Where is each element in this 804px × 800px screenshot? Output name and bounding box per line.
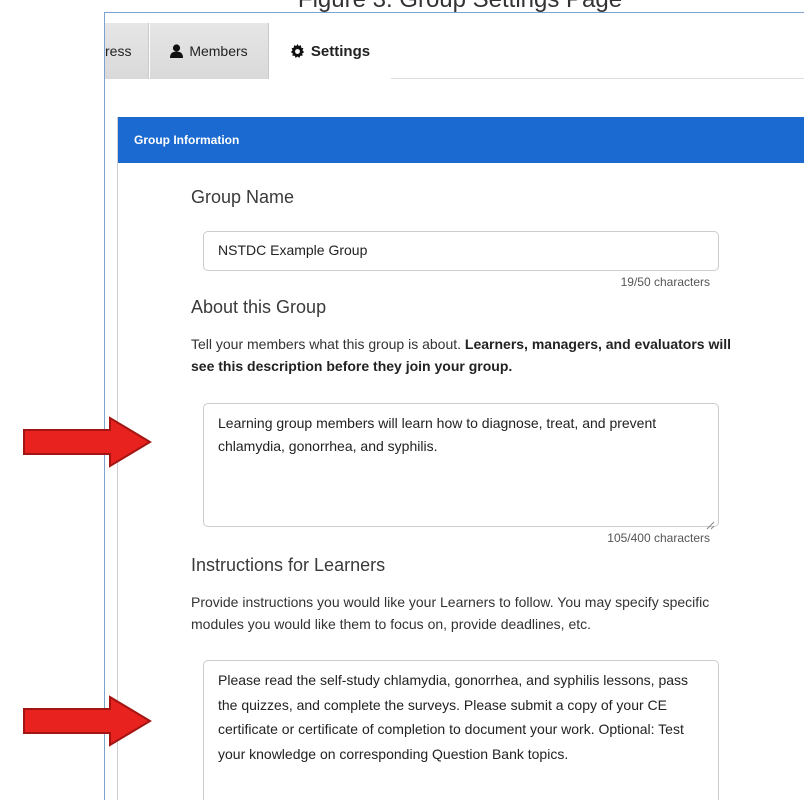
tab-progress[interactable]: ress (105, 23, 149, 79)
tab-divider (391, 78, 804, 79)
instructions-value: Please read the self-study chlamydia, go… (218, 672, 689, 762)
group-information-panel: Group Information Group Name NSTDC Examp… (117, 117, 804, 800)
group-name-value: NSTDC Example Group (218, 242, 368, 258)
about-help: Tell your members what this group is abo… (191, 333, 731, 377)
instructions-textarea[interactable]: Please read the self-study chlamydia, go… (203, 660, 719, 800)
tab-members-label: Members (189, 43, 248, 59)
about-value: Learning group members will learn how to… (218, 415, 657, 454)
tab-progress-label: ress (105, 43, 132, 59)
user-icon (170, 44, 184, 58)
tab-settings[interactable]: Settings (270, 23, 390, 79)
screenshot-frame: ress Members Settings Group Information … (104, 12, 804, 800)
about-textarea[interactable]: Learning group members will learn how to… (203, 403, 719, 530)
group-name-counter: 19/50 characters (620, 275, 710, 289)
page: Figure 3. Group Settings Page ress Membe… (0, 0, 804, 800)
panel-header: Group Information (118, 117, 804, 163)
annotation-arrow-icon (23, 416, 152, 468)
group-name-label: Group Name (191, 187, 295, 207)
about-help-text: Tell your members what this group is abo… (191, 336, 465, 352)
instructions-help: Provide instructions you would like your… (191, 594, 710, 632)
gear-icon (290, 43, 305, 59)
about-label: About this Group (191, 297, 327, 317)
instructions-label: Instructions for Learners (191, 555, 386, 575)
tab-members[interactable]: Members (150, 23, 269, 79)
group-name-input[interactable]: NSTDC Example Group (203, 231, 719, 271)
resize-grip-icon[interactable] (706, 514, 715, 530)
about-counter: 105/400 characters (607, 531, 710, 545)
annotation-arrow-icon (23, 695, 152, 747)
tab-bar: ress Members Settings (105, 23, 804, 79)
tab-settings-label: Settings (310, 42, 371, 60)
